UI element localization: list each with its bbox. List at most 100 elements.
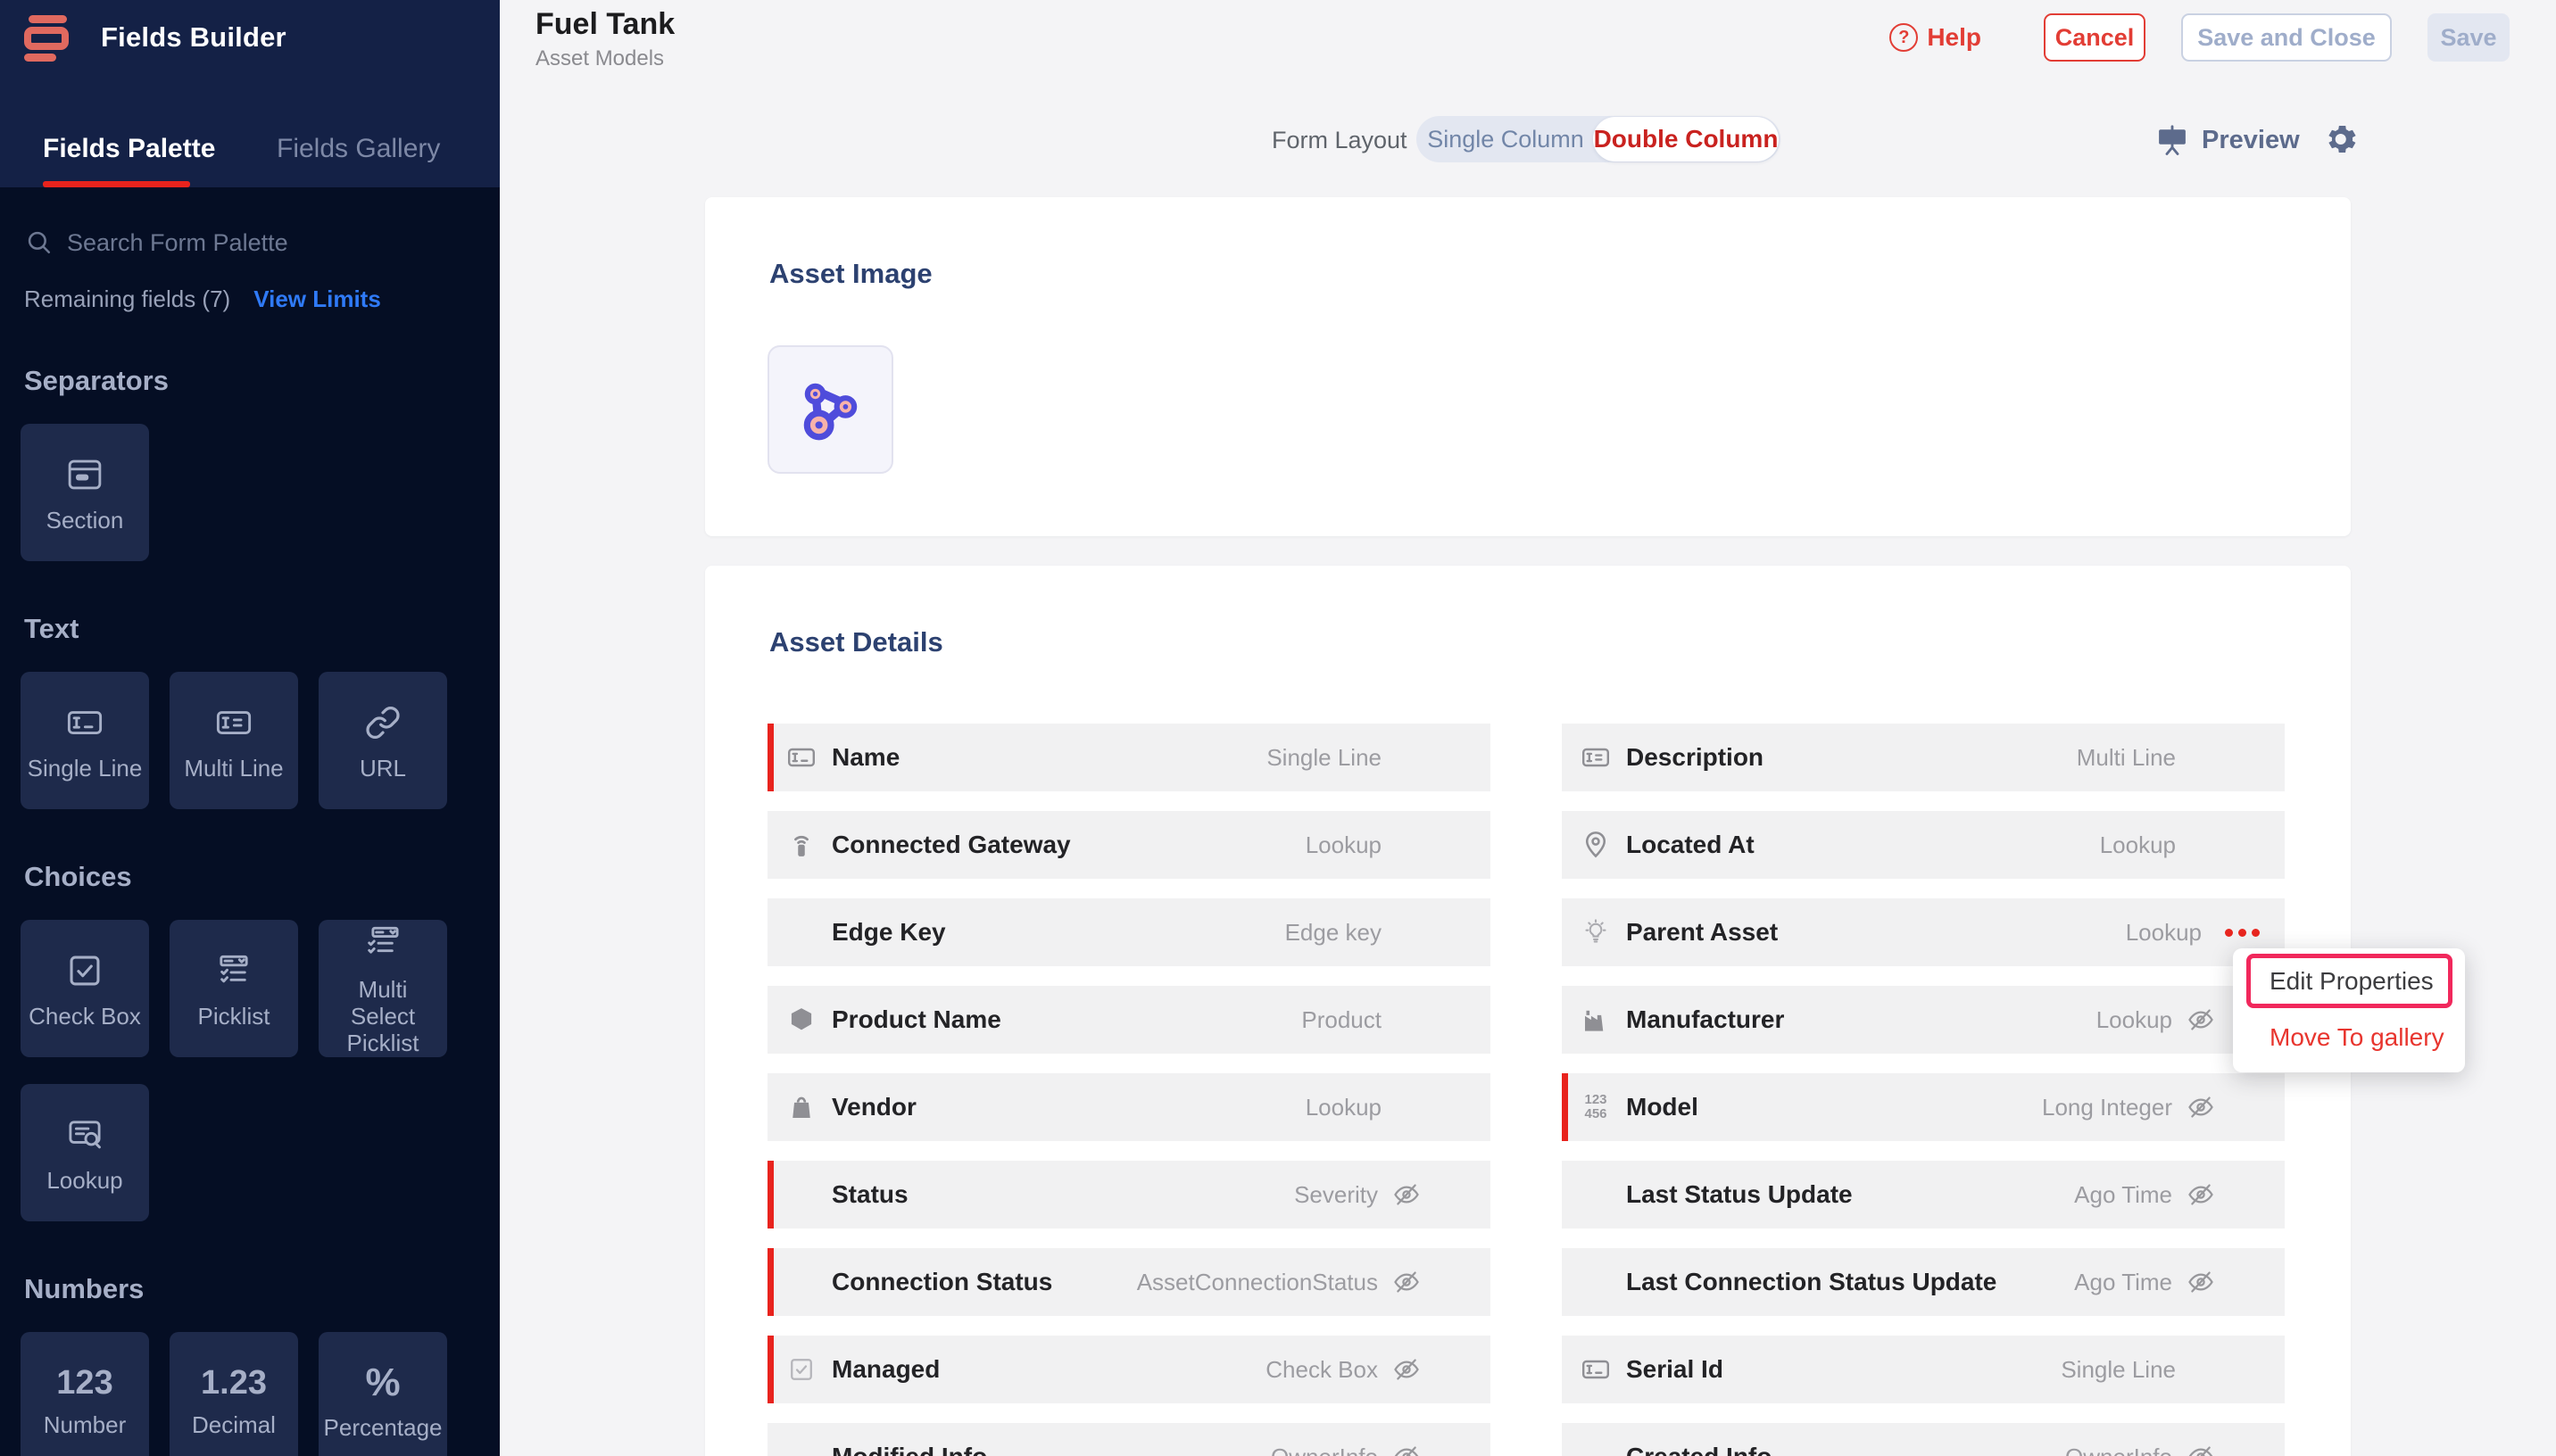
- field-row-vendor[interactable]: Vendor Lookup: [768, 1073, 1490, 1141]
- view-limits-link[interactable]: View Limits: [253, 285, 381, 313]
- field-type: Check Box: [1266, 1356, 1378, 1384]
- field-type: Lookup: [2096, 1006, 2172, 1034]
- multi-select-picklist-icon: [362, 921, 403, 967]
- field-label: Created Info: [1626, 1443, 1772, 1456]
- palette-tile-single-line[interactable]: Single Line: [21, 672, 149, 809]
- field-row-product-name[interactable]: Product Name Product: [768, 986, 1490, 1054]
- palette-tile-decimal[interactable]: 1.23 Decimal: [170, 1332, 298, 1456]
- tile-label: Decimal: [187, 1411, 281, 1438]
- field-label: Name: [832, 743, 900, 772]
- tab-fields-gallery[interactable]: Fields Gallery: [277, 134, 440, 164]
- preview-label: Preview: [2202, 126, 2300, 155]
- field-row-description[interactable]: Description Multi Line: [1562, 724, 2285, 791]
- field-label: Edge Key: [832, 918, 946, 947]
- field-label: Status: [832, 1180, 909, 1209]
- palette-tile-check-box[interactable]: Check Box: [21, 920, 149, 1057]
- location-pin-icon: [1578, 827, 1614, 863]
- field-row-modified-info[interactable]: Modified Info OwnerInfo: [768, 1423, 1490, 1456]
- field-label: Modified Info: [832, 1443, 987, 1456]
- palette-tile-url[interactable]: URL: [319, 672, 447, 809]
- save-and-close-button[interactable]: Save and Close: [2181, 13, 2392, 62]
- multi-line-icon: [1578, 740, 1614, 775]
- help-label: Help: [1927, 23, 1981, 52]
- visibility-off-icon: [2187, 1005, 2215, 1034]
- field-label: Description: [1626, 743, 1763, 772]
- section-heading-separators: Separators: [24, 365, 479, 397]
- picklist-icon: [213, 947, 254, 994]
- required-marker: [1562, 1073, 1568, 1141]
- single-column-option[interactable]: Single Column: [1416, 116, 1595, 162]
- sidebar-header: Fields Builder Fields Palette Fields Gal…: [0, 0, 500, 187]
- section-heading-text: Text: [24, 613, 479, 645]
- required-marker: [768, 724, 774, 791]
- checkbox-icon: [784, 1352, 819, 1387]
- visibility-off-icon: [1392, 1180, 1421, 1209]
- field-row-manufacturer[interactable]: Manufacturer Lookup: [1562, 986, 2285, 1054]
- double-column-option[interactable]: Double Column: [1593, 117, 1779, 161]
- section-heading-numbers: Numbers: [24, 1273, 479, 1305]
- search-input[interactable]: [67, 229, 442, 257]
- preview-button[interactable]: Preview: [2155, 123, 2300, 157]
- visibility-off-icon: [2187, 1093, 2215, 1121]
- tile-label: URL: [354, 755, 411, 782]
- palette-tile-percentage[interactable]: % Percentage: [319, 1332, 447, 1456]
- field-type: Edge key: [1285, 919, 1382, 947]
- palette-tile-multi-select-picklist[interactable]: Multi Select Picklist: [319, 920, 447, 1057]
- fields-column-left: Name Single Line Connected Gateway Looku…: [768, 724, 1490, 1456]
- tile-label: Single Line: [22, 755, 148, 782]
- field-type: Lookup: [2126, 919, 2202, 947]
- field-row-located-at[interactable]: Located At Lookup: [1562, 811, 2285, 879]
- percentage-icon: %: [365, 1361, 400, 1405]
- field-row-name[interactable]: Name Single Line: [768, 724, 1490, 791]
- field-label: Last Status Update: [1626, 1180, 1853, 1209]
- menu-item-move-to-gallery[interactable]: Move To gallery: [2270, 1023, 2465, 1052]
- help-icon: ?: [1889, 23, 1918, 52]
- section-icon: [64, 451, 105, 498]
- row-menu-dots-icon[interactable]: [2225, 929, 2260, 937]
- vendor-bag-icon: [784, 1089, 819, 1125]
- product-box-icon: [784, 1002, 819, 1038]
- field-row-managed[interactable]: Managed Check Box: [768, 1336, 1490, 1403]
- field-row-created-info[interactable]: Created Info OwnerInfo: [1562, 1423, 2285, 1456]
- field-row-model[interactable]: 123 456 Model Long Integer: [1562, 1073, 2285, 1141]
- field-type: OwnerInfo: [1271, 1444, 1378, 1456]
- tile-label: Number: [38, 1411, 131, 1438]
- app-title: Fields Builder: [101, 21, 286, 54]
- field-label: Connection Status: [832, 1268, 1052, 1296]
- required-marker: [768, 1336, 774, 1403]
- gateway-icon: [784, 827, 819, 863]
- palette-tile-section[interactable]: Section: [21, 424, 149, 561]
- field-row-parent-asset[interactable]: Parent Asset Lookup: [1562, 898, 2285, 966]
- palette-search[interactable]: [21, 227, 479, 259]
- tab-fields-palette[interactable]: Fields Palette: [43, 134, 215, 164]
- palette-tile-lookup[interactable]: Lookup: [21, 1084, 149, 1221]
- fields-builder-page: Fields Builder Fields Palette Fields Gal…: [0, 0, 2556, 1456]
- asset-details-title: Asset Details: [769, 626, 943, 658]
- field-type: Severity: [1294, 1181, 1378, 1209]
- field-row-edge-key[interactable]: Edge Key Edge key: [768, 898, 1490, 966]
- palette-tile-multi-line[interactable]: Multi Line: [170, 672, 298, 809]
- field-row-last-connection-status-update[interactable]: Last Connection Status Update Ago Time: [1562, 1248, 2285, 1316]
- visibility-off-icon: [1392, 1268, 1421, 1296]
- field-row-last-status-update[interactable]: Last Status Update Ago Time: [1562, 1161, 2285, 1228]
- field-row-serial-id[interactable]: Serial Id Single Line: [1562, 1336, 2285, 1403]
- single-line-icon: [784, 740, 819, 775]
- sidebar-tabs: Fields Palette Fields Gallery: [0, 134, 500, 187]
- settings-gear-icon[interactable]: [2320, 120, 2360, 159]
- tile-label: Percentage: [319, 1414, 448, 1441]
- save-button[interactable]: Save: [2427, 13, 2510, 62]
- single-line-icon: [1578, 1352, 1614, 1387]
- menu-item-edit-properties[interactable]: Edit Properties: [2246, 954, 2452, 1008]
- cancel-button[interactable]: Cancel: [2044, 13, 2145, 62]
- field-row-connected-gateway[interactable]: Connected Gateway Lookup: [768, 811, 1490, 879]
- asset-details-card: Asset Details Name Single Line: [705, 566, 2351, 1456]
- palette-tile-number[interactable]: 123 Number: [21, 1332, 149, 1456]
- fields-column-right: Description Multi Line Located At Lookup: [1562, 724, 2285, 1456]
- asset-image-field[interactable]: [768, 345, 893, 474]
- palette-tile-picklist[interactable]: Picklist: [170, 920, 298, 1057]
- field-type: Ago Time: [2074, 1269, 2172, 1296]
- page-title: Fuel Tank: [535, 7, 675, 42]
- help-button[interactable]: ? Help: [1889, 23, 1981, 52]
- field-row-status[interactable]: Status Severity: [768, 1161, 1490, 1228]
- field-row-connection-status[interactable]: Connection Status AssetConnectionStatus: [768, 1248, 1490, 1316]
